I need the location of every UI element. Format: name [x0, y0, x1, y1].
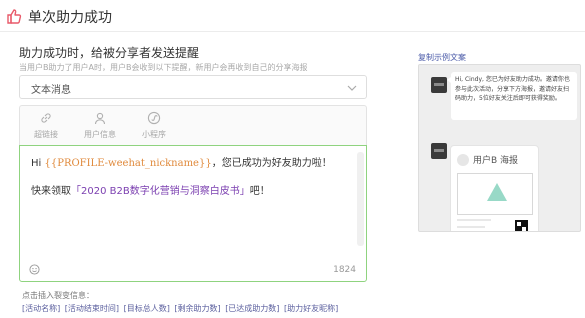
editor-toolbar: 超链接 用户信息 小程序 [19, 105, 367, 145]
poster-triangle-icon [487, 183, 507, 201]
message-type-value: 文本消息 [31, 85, 71, 96]
tag-achieved-assists[interactable]: [已达成助力数] [225, 304, 279, 313]
page-header: 单次助力成功 [0, 0, 585, 32]
link-tool-button[interactable]: 超链接 [24, 109, 68, 140]
tag-activity-name[interactable]: [活动名称] [22, 304, 60, 313]
user-info-tool-button[interactable]: 用户信息 [78, 109, 122, 140]
char-count: 1824 [333, 265, 356, 275]
mini-program-icon [147, 111, 161, 125]
thumbs-up-icon [7, 9, 22, 24]
poster-text-line [457, 226, 485, 228]
greeting-suffix: ，您已成功为好友助力啦！ [211, 158, 332, 169]
link-icon [41, 113, 51, 123]
link-tool-label: 超链接 [34, 130, 58, 139]
user-info-tool-label: 用户信息 [84, 130, 116, 139]
message-editor[interactable]: Hi {{PROFILE-weehat_nickname}}，您已成功为好友助力… [19, 145, 367, 282]
mini-program-tool-label: 小程序 [142, 130, 166, 139]
form-hint: 当用户B助力了用户A时，用户B会收到以下提醒，新用户会再收到自己的分享海报 [19, 63, 308, 72]
poster-text-line [457, 219, 491, 221]
qr-code-icon [515, 220, 528, 231]
editor-scrollbar[interactable] [357, 152, 364, 246]
page-title: 单次助力成功 [28, 10, 112, 26]
chevron-down-icon [347, 85, 357, 91]
editor-line-greeting: Hi {{PROFILE-weehat_nickname}}，您已成功为好友助力… [31, 154, 332, 169]
tag-friend-nickname[interactable]: [助力好友昵称] [284, 304, 338, 313]
preview-phone: Hi, Cindy, 您已为好友助力成功。邀请你也参与此次活动，分享下方海报，邀… [418, 64, 581, 232]
user-icon [94, 112, 106, 125]
tag-target-total[interactable]: [目标总人数] [124, 304, 170, 313]
poster-image [457, 173, 533, 215]
copy-example-link[interactable]: 复制示例文案 [418, 52, 466, 63]
message-type-select[interactable]: 文本消息 [19, 75, 367, 99]
preview-poster: 用户B 海报 [450, 145, 539, 231]
tag-remaining-assists[interactable]: [剩余助力数] [174, 304, 220, 313]
editor-line-claim: 快来领取「2020 B2B数字化营销与洞察白皮书」吧！ [31, 182, 270, 197]
emoji-icon[interactable] [29, 264, 40, 275]
preview-message-bubble: Hi, Cindy, 您已为好友助力成功。邀请你也参与此次活动，分享下方海报，邀… [447, 72, 577, 120]
greeting-prefix: Hi [31, 158, 45, 169]
poster-avatar [457, 154, 469, 166]
tag-activity-end-time[interactable]: [活动结束时间] [65, 304, 119, 313]
nickname-tag[interactable]: {{PROFILE-weehat_nickname}} [44, 158, 211, 169]
insert-label: 点击插入裂变信息： [22, 291, 94, 300]
insert-tag-list: [活动名称] [活动结束时间] [目标总人数] [剩余助力数] [已达成助力数]… [22, 303, 340, 314]
claim-prefix: 快来领取 [31, 186, 71, 197]
sender-avatar [431, 77, 447, 93]
whitepaper-link[interactable]: 「2020 B2B数字化营销与洞察白皮书」 [71, 186, 250, 197]
sender-avatar-2 [431, 143, 447, 159]
poster-title: 用户B 海报 [473, 156, 519, 166]
mini-program-tool-button[interactable]: 小程序 [132, 109, 176, 140]
form-label: 助力成功时，给被分享者发送提醒 [19, 46, 200, 60]
claim-suffix: 吧！ [249, 186, 270, 197]
